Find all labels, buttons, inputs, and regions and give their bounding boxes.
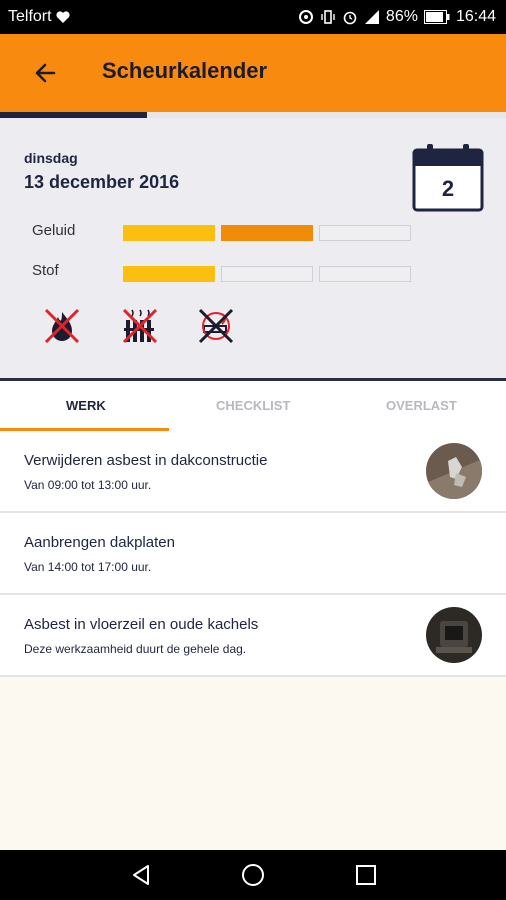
calendar-icon: 2 — [412, 144, 484, 212]
stof-bar-3 — [319, 266, 411, 282]
list-item[interactable]: Asbest in vloerzeil en oude kachels Deze… — [0, 595, 506, 677]
weekday: dinsdag — [24, 150, 78, 166]
item-subtitle: Deze werkzaamheid duurt de gehele dag. — [24, 642, 247, 656]
battery-icon — [423, 10, 450, 24]
work-list: Verwijderen asbest in dakconstructie Van… — [0, 431, 506, 677]
status-bar: Telfort 86% 16:44 — [0, 0, 506, 34]
item-subtitle: Van 09:00 tot 13:00 uur. — [24, 478, 152, 492]
carrier: Telfort — [8, 8, 71, 26]
alarm-icon — [343, 11, 357, 25]
page-title: Scheurkalender — [102, 58, 268, 83]
item-title: Aanbrengen dakplaten — [24, 534, 175, 551]
app-bar: Scheurkalender — [0, 34, 506, 112]
tab-werk[interactable]: WERK — [66, 398, 106, 413]
old-stove-thumbnail — [426, 607, 482, 663]
battery-percent: 86% — [385, 8, 418, 25]
no-heater-icon — [122, 308, 158, 344]
level-label-stof: Stof — [32, 262, 59, 279]
geluid-bar-3 — [319, 225, 411, 241]
geluid-bar-1 — [123, 225, 215, 241]
item-subtitle: Van 14:00 tot 17:00 uur. — [24, 560, 152, 574]
tab-bar: WERK CHECKLIST OVERLAST — [0, 381, 506, 432]
no-smoking-icon — [198, 308, 234, 344]
calendar-number: 2 — [442, 176, 454, 201]
nav-back-icon[interactable] — [129, 863, 153, 887]
list-item[interactable]: Verwijderen asbest in dakconstructie Van… — [0, 431, 506, 513]
navigation-bar — [0, 850, 506, 900]
stof-bar-1 — [123, 266, 215, 282]
heart-icon — [55, 11, 70, 23]
vibrate-icon — [321, 10, 335, 24]
nav-home-icon[interactable] — [241, 863, 265, 887]
item-title: Verwijderen asbest in dakconstructie — [24, 452, 268, 469]
signal-icon — [364, 10, 379, 24]
item-title: Asbest in vloerzeil en oude kachels — [24, 616, 259, 633]
status-right: 86% 16:44 — [298, 8, 496, 26]
no-fire-icon — [44, 308, 80, 344]
list-item[interactable]: Aanbrengen dakplaten Van 14:00 tot 17:00… — [0, 513, 506, 595]
level-label-geluid: Geluid — [32, 222, 76, 239]
tab-overlast[interactable]: OVERLAST — [386, 398, 457, 413]
asbestos-roof-thumbnail — [426, 443, 482, 499]
geluid-bar-2 — [221, 225, 313, 241]
date: 13 december 2016 — [24, 172, 180, 192]
day-card: dinsdag 13 december 2016 2 Geluid Stof — [0, 118, 506, 381]
back-arrow-icon[interactable] — [30, 58, 60, 88]
tab-checklist[interactable]: CHECKLIST — [216, 398, 290, 413]
nav-recents-icon[interactable] — [354, 863, 378, 887]
carrier-label: Telfort — [8, 8, 52, 25]
clock: 16:44 — [455, 8, 496, 25]
stof-bar-2 — [221, 266, 313, 282]
data-saver-icon — [298, 10, 313, 24]
